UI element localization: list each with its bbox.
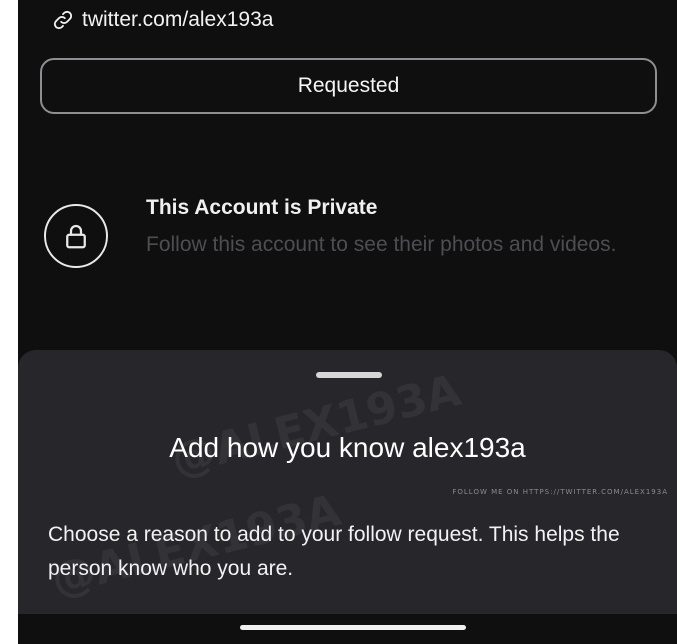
sheet-drag-handle[interactable] bbox=[316, 372, 382, 378]
bottom-sheet: @ALEX193A @ALEX193A Add how you know ale… bbox=[18, 350, 677, 614]
system-bottom-bar bbox=[18, 614, 677, 644]
profile-link-text[interactable]: twitter.com/alex193a bbox=[82, 8, 273, 32]
watermark-line: FOLLOW ME ON HTTPS://TWITTER.COM/ALEX193… bbox=[452, 488, 668, 496]
watermark-mark: @ALEX193A bbox=[166, 364, 466, 487]
home-indicator[interactable] bbox=[240, 625, 466, 630]
private-account-notice: This Account is Private Follow this acco… bbox=[44, 192, 664, 302]
link-icon bbox=[52, 9, 74, 31]
private-title: This Account is Private bbox=[146, 196, 378, 219]
sheet-description: Choose a reason to add to your follow re… bbox=[48, 523, 620, 580]
lock-icon bbox=[44, 204, 108, 268]
private-subtitle: Follow this account to see their photos … bbox=[146, 233, 617, 256]
profile-link[interactable]: twitter.com/alex193a bbox=[52, 6, 273, 34]
requested-button[interactable]: Requested bbox=[40, 58, 657, 114]
app-screen: twitter.com/alex193a Requested This Acco… bbox=[18, 0, 677, 644]
sheet-title: Add how you know alex193a bbox=[169, 432, 526, 463]
